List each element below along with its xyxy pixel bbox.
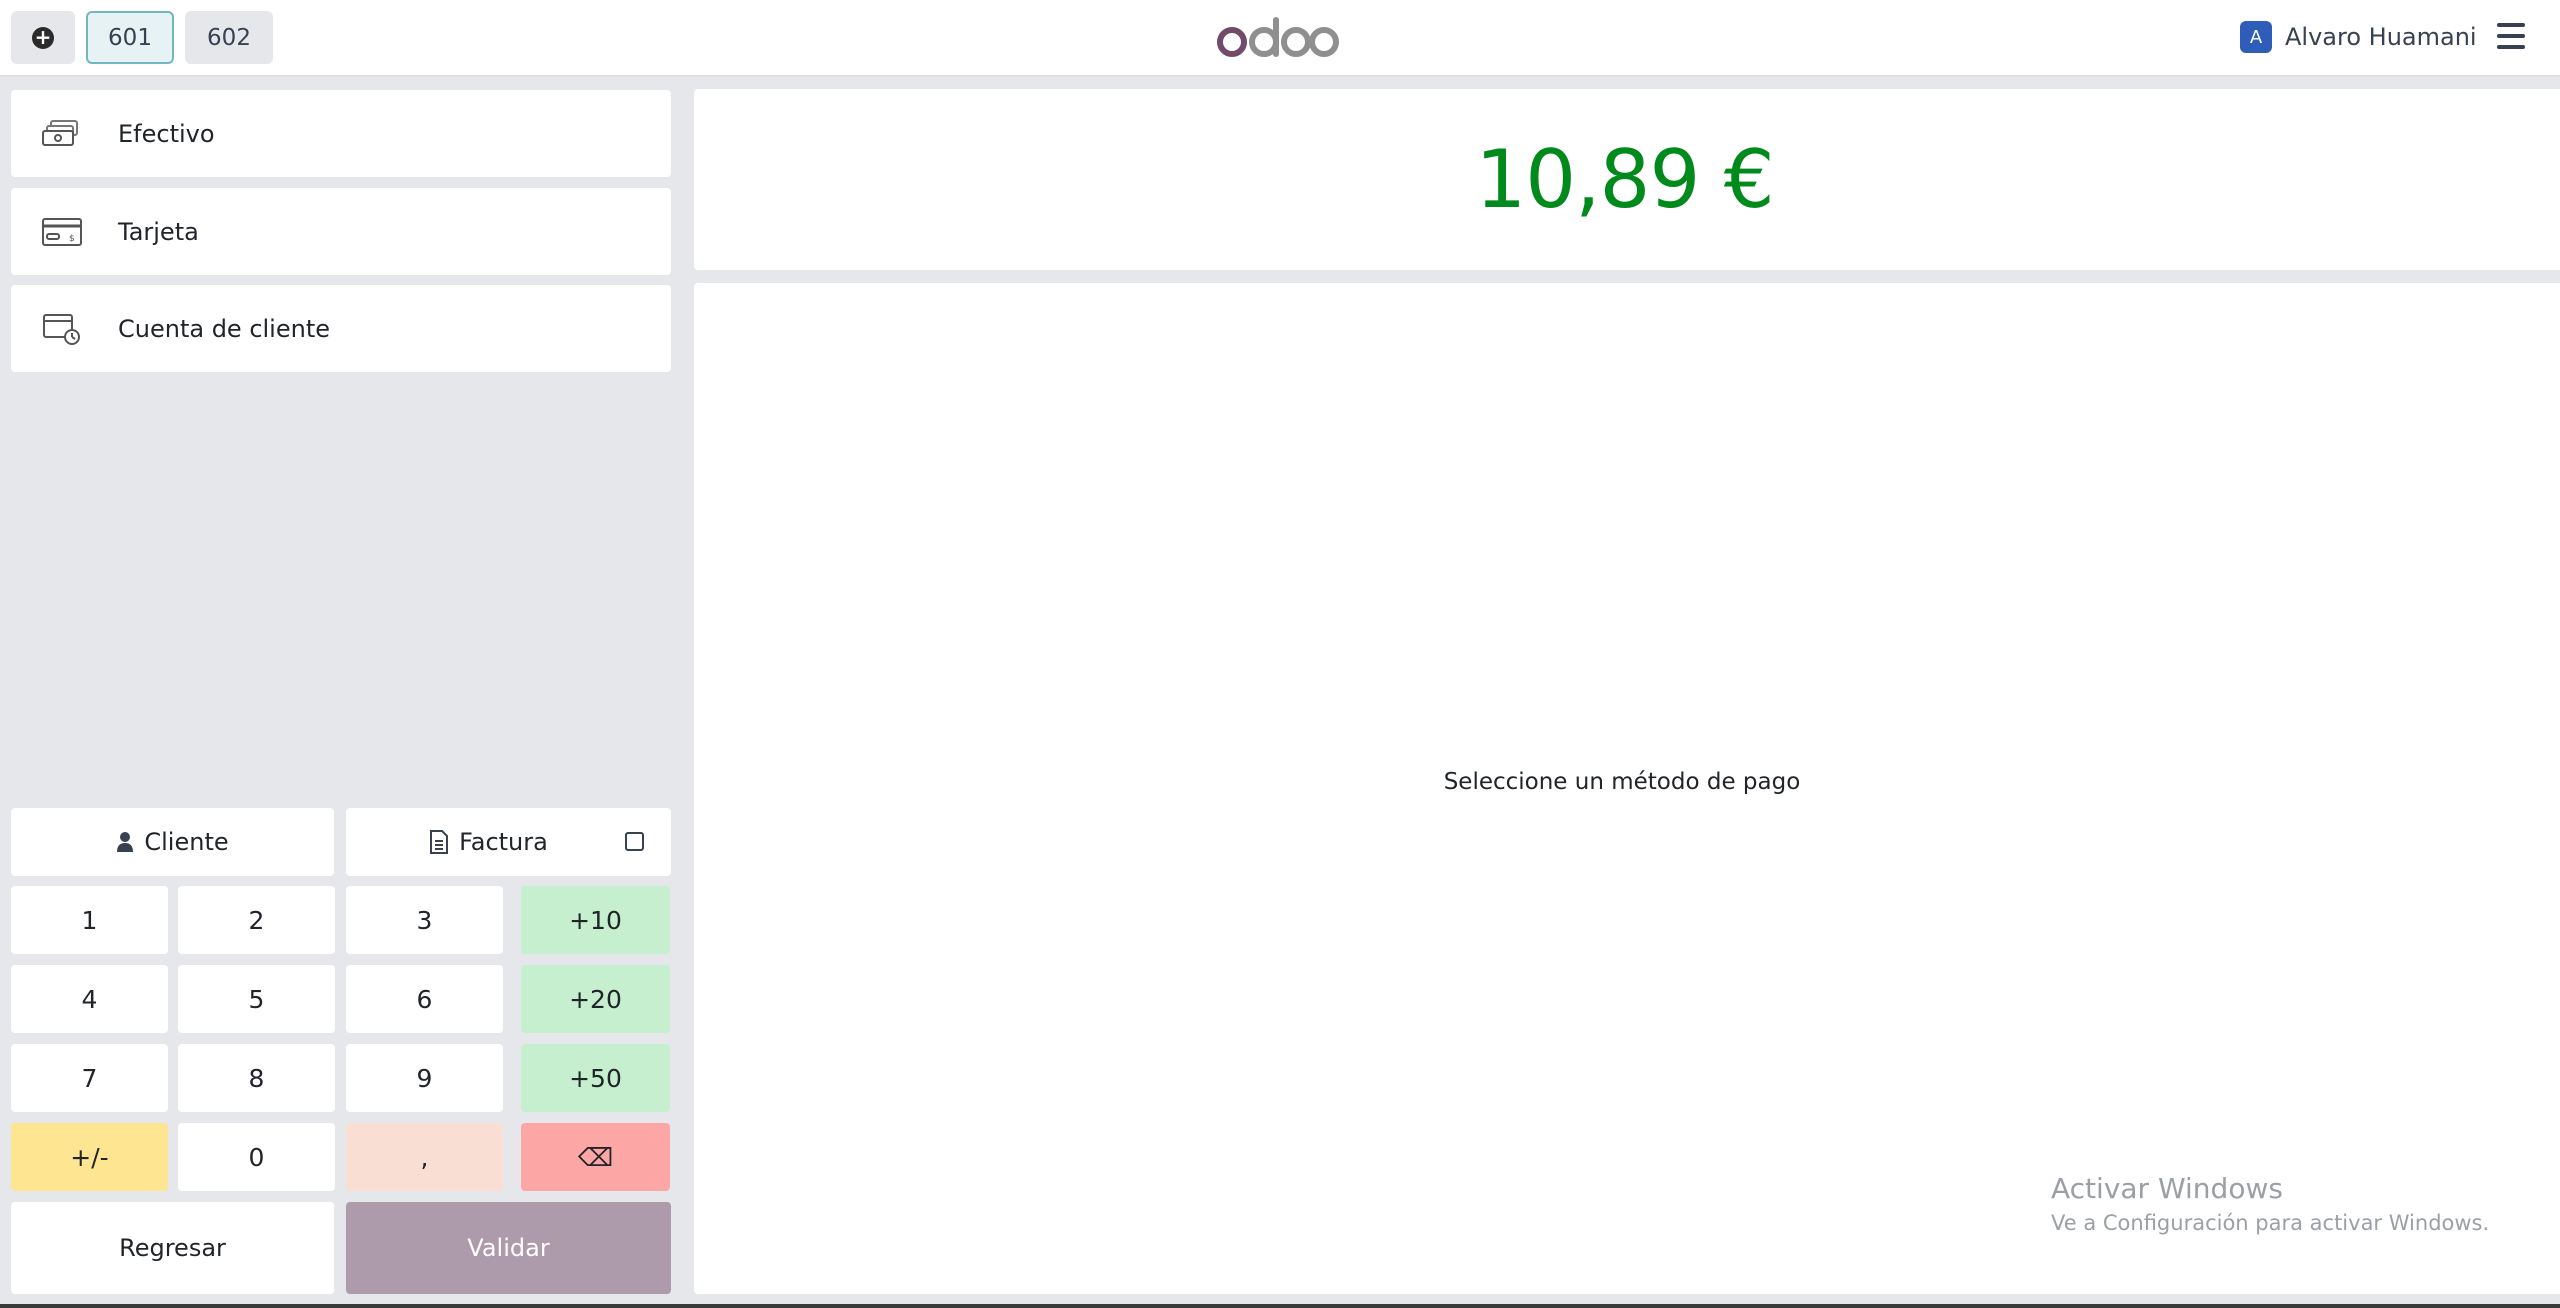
- payment-method-label: Tarjeta: [118, 217, 199, 246]
- payment-method-card[interactable]: $ Tarjeta: [11, 188, 671, 275]
- document-icon: [430, 830, 449, 854]
- window-bottom-edge: [0, 1304, 2560, 1308]
- customer-button[interactable]: Cliente: [11, 808, 334, 876]
- payment-method-label: Efectivo: [118, 119, 215, 148]
- payment-method-label: Cuenta de cliente: [118, 314, 331, 343]
- customer-label: Cliente: [144, 828, 229, 856]
- key-decimal-comma[interactable]: ,: [346, 1123, 503, 1191]
- key-6[interactable]: 6: [346, 965, 503, 1033]
- key-plus-10[interactable]: +10: [521, 886, 670, 954]
- plus-circle-icon: +: [32, 26, 54, 49]
- top-bar: + 601 602 A Alvaro Huamani: [0, 0, 2560, 77]
- key-0[interactable]: 0: [178, 1123, 335, 1191]
- odoo-logo: [1215, 13, 1340, 63]
- key-2[interactable]: 2: [178, 886, 335, 954]
- invoice-button[interactable]: Factura: [346, 808, 671, 876]
- avatar: A: [2240, 21, 2272, 53]
- new-order-button[interactable]: +: [11, 11, 75, 64]
- backspace-icon[interactable]: ⌫: [521, 1123, 670, 1191]
- hamburger-icon[interactable]: [2497, 23, 2525, 49]
- key-3[interactable]: 3: [346, 886, 503, 954]
- windows-activation-watermark: Activar Windows Ve a Configuración para …: [2051, 1172, 2489, 1235]
- payment-method-customer-account[interactable]: Cuenta de cliente: [11, 285, 671, 372]
- invoice-label: Factura: [459, 828, 548, 856]
- cash-icon: [41, 116, 83, 152]
- key-plus-50[interactable]: +50: [521, 1044, 670, 1112]
- invoice-checkbox[interactable]: [625, 832, 644, 851]
- order-tab-601[interactable]: 601: [86, 11, 174, 64]
- payment-method-cash[interactable]: Efectivo: [11, 90, 671, 177]
- key-plus-minus[interactable]: +/-: [11, 1123, 168, 1191]
- card-icon: $: [41, 214, 83, 250]
- watermark-subtitle: Ve a Configuración para activar Windows.: [2051, 1211, 2490, 1235]
- user-icon: [117, 832, 134, 852]
- key-8[interactable]: 8: [178, 1044, 335, 1112]
- order-tab-602[interactable]: 602: [185, 11, 273, 64]
- payment-lines-panel: Seleccione un método de pago: [694, 283, 2560, 1294]
- watermark-title: Activar Windows: [2051, 1172, 2283, 1205]
- back-button[interactable]: Regresar: [11, 1202, 334, 1294]
- user-name: Alvaro Huamani: [2285, 23, 2477, 51]
- select-payment-hint: Seleccione un método de pago: [1443, 769, 1801, 795]
- customer-account-icon: [41, 311, 83, 347]
- total-amount: 10,89 €: [1475, 133, 1774, 226]
- key-9[interactable]: 9: [346, 1044, 503, 1112]
- key-1[interactable]: 1: [11, 886, 168, 954]
- key-4[interactable]: 4: [11, 965, 168, 1033]
- svg-text:$: $: [69, 234, 75, 244]
- key-5[interactable]: 5: [178, 965, 335, 1033]
- key-plus-20[interactable]: +20: [521, 965, 670, 1033]
- key-7[interactable]: 7: [11, 1044, 168, 1112]
- validate-button[interactable]: Validar: [346, 1202, 671, 1294]
- user-menu[interactable]: A Alvaro Huamani: [2240, 19, 2477, 55]
- total-panel: 10,89 €: [694, 89, 2560, 270]
